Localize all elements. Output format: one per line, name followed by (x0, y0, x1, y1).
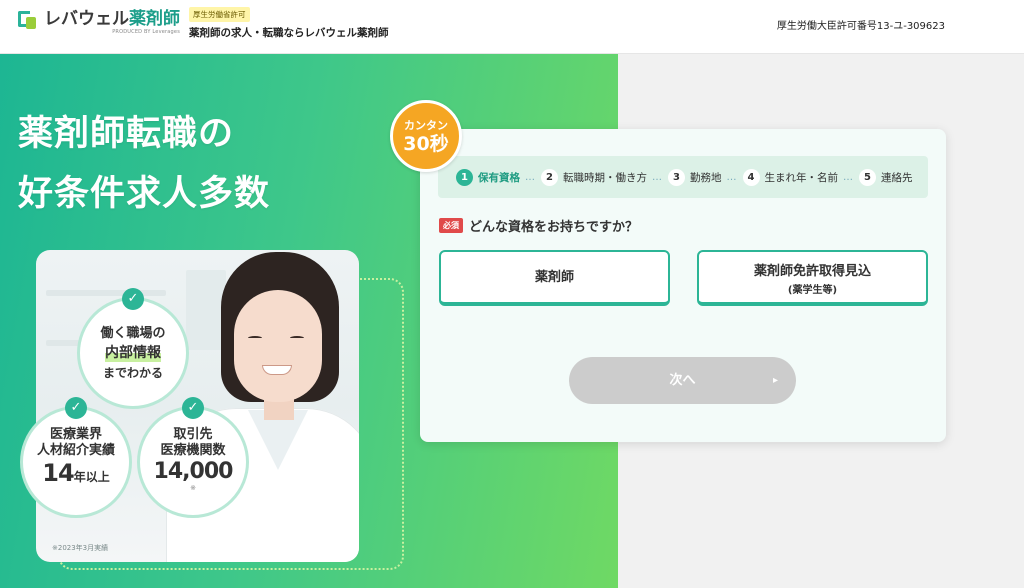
step-4: 4 生まれ年・名前 (742, 168, 838, 186)
badge-placement-record: ✓ 医療業界 人材紹介実績 14年以上 (20, 397, 132, 518)
step-3: 3 勤務地 (668, 168, 722, 186)
logo-mark-icon (18, 11, 38, 31)
step-1: 1 保有資格 (456, 168, 520, 186)
check-icon: ✓ (65, 397, 87, 419)
step-5: 5 連絡先 (859, 168, 913, 186)
question-text: どんな資格をお持ちですか？ (469, 220, 639, 235)
logo[interactable]: レバウェル薬剤師 PRODUCED BY Leverages (18, 9, 180, 36)
next-button[interactable]: 次へ ▸ (569, 357, 796, 404)
photo-footnote: ※2023年3月実績 (52, 544, 109, 552)
badge-internal-info: ✓ 働く職場の 内部情報 までわかる (77, 288, 189, 409)
check-icon: ✓ (122, 288, 144, 310)
logo-subtitle: PRODUCED BY Leverages (112, 29, 180, 35)
form-step-indicator: 1 保有資格 … 2 転職時期・働き方 … 3 勤務地 … 4 生まれ年・名前 … (438, 156, 928, 198)
header-tagline: 薬剤師の求人・転職ならレバウェル薬剤師 (189, 27, 389, 39)
check-icon: ✓ (182, 397, 204, 419)
option-license-pending-button[interactable]: 薬剤師免許取得見込 (薬学生等) (697, 250, 928, 306)
license-number: 厚生労働大臣許可番号13-ユ-309623 (776, 21, 945, 32)
option-pharmacist-button[interactable]: 薬剤師 (439, 250, 670, 306)
question-row: 必須 どんな資格をお持ちですか？ (439, 216, 638, 235)
chevron-right-icon: ▸ (772, 375, 778, 386)
permit-badge: 厚生労働省許可 (189, 7, 250, 22)
site-header: レバウェル薬剤師 PRODUCED BY Leverages 厚生労働省許可 薬… (0, 0, 1024, 54)
hero-headline: 薬剤師転職の 好条件求人多数 (18, 114, 271, 214)
step-2: 2 転職時期・働き方 (541, 168, 647, 186)
required-badge: 必須 (439, 218, 463, 233)
logo-title: レバウェル薬剤師 (44, 9, 180, 29)
badge-client-count: ✓ 取引先 医療機関数 14,000 ※ (137, 397, 249, 518)
easy-30-seconds-badge: カンタン 30秒 (390, 100, 462, 172)
